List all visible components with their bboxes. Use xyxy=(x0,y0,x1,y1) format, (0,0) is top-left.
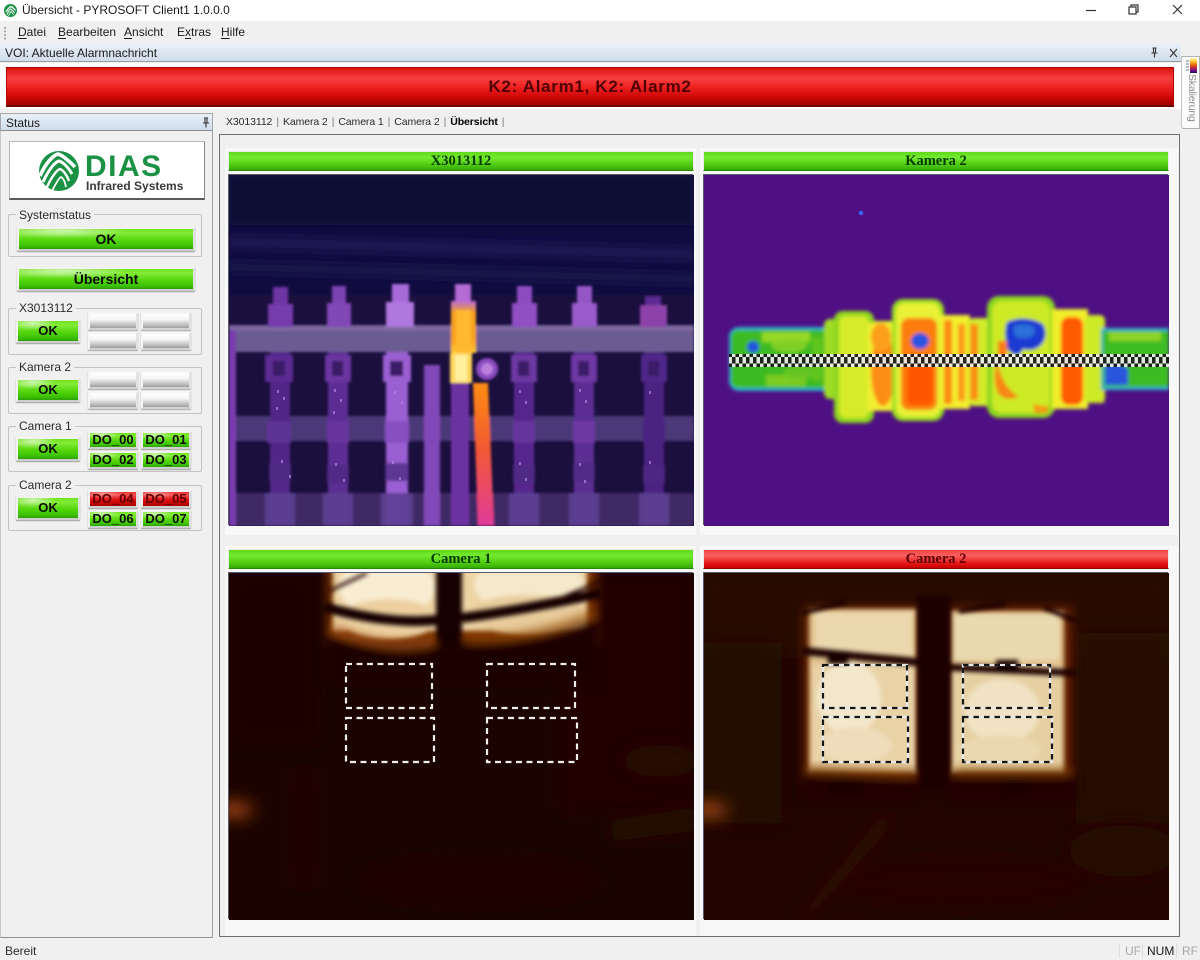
svg-text:Infrared Systems: Infrared Systems xyxy=(86,179,184,193)
